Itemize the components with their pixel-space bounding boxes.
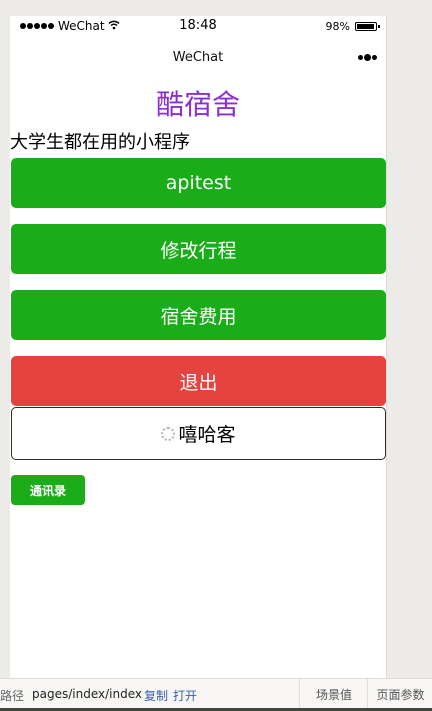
tab-page-params[interactable]: 页面参数	[367, 679, 432, 709]
page-title: 酷宿舍	[155, 88, 240, 121]
status-bar: WeChat 18:48 98%	[10, 16, 386, 38]
page-path-bar: 路径 pages/index/index 复制 打开 场景值 页面参数	[0, 678, 432, 709]
more-options-icon[interactable]	[358, 54, 377, 61]
edit-schedule-button[interactable]: 修改行程	[11, 224, 386, 274]
page-path: pages/index/index	[32, 687, 142, 701]
open-link[interactable]: 打开	[173, 687, 197, 704]
xihake-button-label: 嘻哈客	[178, 424, 236, 446]
copy-link[interactable]: 复制	[144, 687, 168, 704]
phone-screen: WeChat 18:48 98% WeChat 酷宿舍 大学生都在用的小程序 a…	[10, 16, 386, 678]
battery-icon	[355, 22, 380, 31]
dorm-fees-button[interactable]: 宿舍费用	[11, 290, 386, 340]
battery-percent: 98%	[325, 20, 350, 33]
apitest-button[interactable]: apitest	[11, 158, 386, 208]
contacts-button[interactable]: 通讯录	[11, 475, 85, 505]
status-right: 98%	[325, 20, 380, 33]
loading-spinner-icon	[161, 426, 176, 441]
tab-scene-value[interactable]: 场景值	[299, 679, 368, 709]
simulator-window: WeChat 18:48 98% WeChat 酷宿舍 大学生都在用的小程序 a…	[0, 0, 432, 711]
navigation-bar: WeChat	[10, 38, 386, 80]
path-label: 路径	[0, 689, 25, 703]
page-subtitle: 大学生都在用的小程序	[10, 132, 190, 153]
xihake-button[interactable]: 嘻哈客	[11, 407, 386, 460]
nav-title: WeChat	[172, 50, 224, 65]
logout-button[interactable]: 退出	[11, 356, 386, 406]
